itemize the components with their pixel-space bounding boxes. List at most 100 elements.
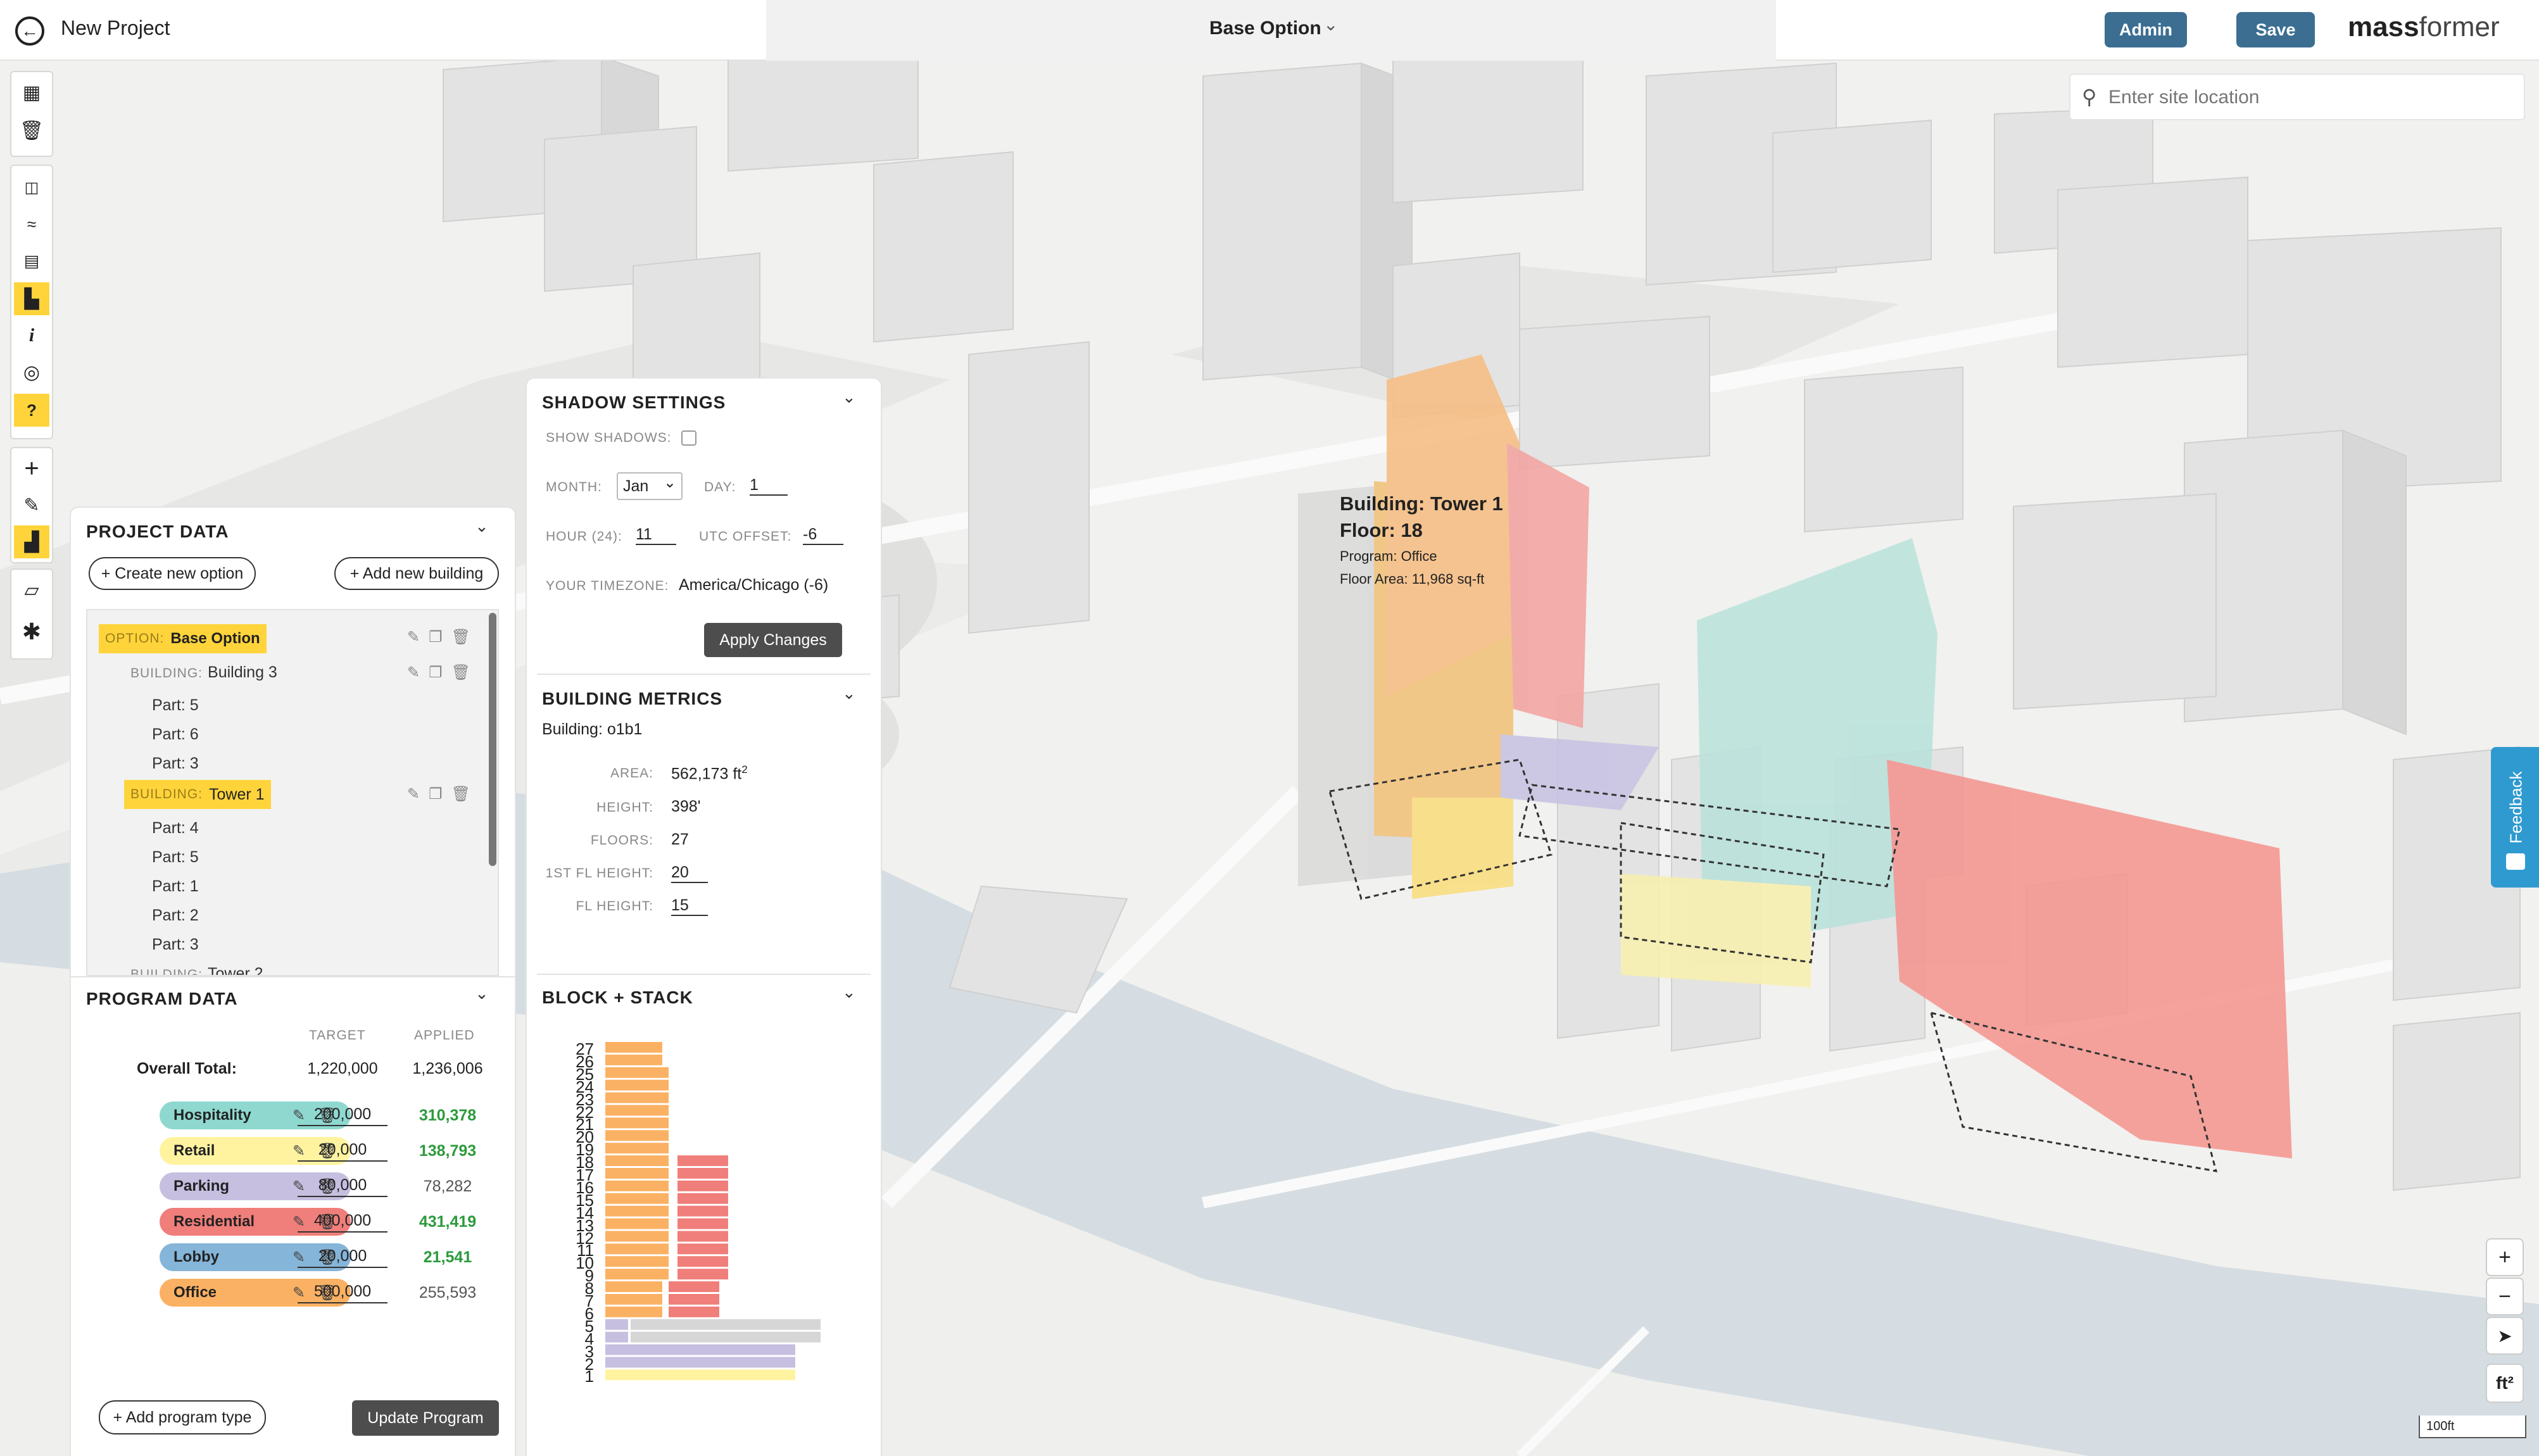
part-item[interactable]: Part: 3 xyxy=(152,936,199,954)
building-shape-icon[interactable]: ▙ xyxy=(14,282,49,315)
admin-button[interactable]: Admin xyxy=(2105,12,2187,47)
residential-block[interactable] xyxy=(677,1231,728,1242)
option-selector[interactable]: Base Option ⌄ xyxy=(766,0,1776,61)
save-button[interactable]: Save xyxy=(2236,12,2315,47)
program-target-input[interactable]: 200,000 xyxy=(298,1105,387,1126)
option-tag[interactable]: OPTION: Base Option xyxy=(99,624,267,653)
compass-icon[interactable]: ➤ xyxy=(2486,1317,2524,1355)
residential-block[interactable] xyxy=(677,1269,728,1280)
apply-changes-button[interactable]: Apply Changes xyxy=(704,623,842,657)
add-building-button[interactable]: + Add new building xyxy=(334,557,499,590)
office-block[interactable] xyxy=(605,1231,669,1242)
office-block[interactable] xyxy=(605,1155,669,1166)
plus-icon[interactable]: + xyxy=(14,452,49,485)
pencil-icon[interactable]: ✎ xyxy=(14,489,49,522)
office-block[interactable] xyxy=(605,1105,669,1116)
office-block[interactable] xyxy=(605,1168,669,1179)
part-item[interactable]: Part: 5 xyxy=(152,848,199,867)
site-search-box[interactable]: ⚲ xyxy=(2069,73,2525,120)
part-item[interactable]: Part: 1 xyxy=(152,877,199,896)
program-target-input[interactable]: 20,000 xyxy=(298,1141,387,1162)
lobby-block[interactable] xyxy=(631,1331,821,1343)
retail-block[interactable] xyxy=(605,1369,795,1381)
help-icon[interactable]: ? xyxy=(14,394,49,427)
parking-block[interactable] xyxy=(605,1357,795,1368)
utc-offset-input[interactable]: -6 xyxy=(803,525,843,545)
tower1-tag[interactable]: BUILDING: Tower 1 xyxy=(124,780,271,809)
residential-block[interactable] xyxy=(677,1155,728,1166)
units-toggle-button[interactable]: ft² xyxy=(2486,1364,2524,1403)
waves-icon[interactable]: ≈ xyxy=(14,208,49,241)
tower1-actions[interactable]: ✎❐🗑 xyxy=(407,785,479,803)
lobby-block[interactable] xyxy=(631,1319,821,1330)
office-block[interactable] xyxy=(605,1180,669,1191)
chevron-down-icon[interactable]: ⌄ xyxy=(842,684,856,703)
part-item[interactable]: Part: 5 xyxy=(152,696,199,715)
note-icon[interactable]: ◫ xyxy=(14,171,49,204)
trash-icon[interactable]: 🗑 xyxy=(14,114,49,147)
program-target-input[interactable]: 80,000 xyxy=(298,1176,387,1197)
office-block[interactable] xyxy=(605,1218,669,1229)
parking-block[interactable] xyxy=(605,1344,795,1355)
office-block[interactable] xyxy=(605,1092,669,1103)
update-program-button[interactable]: Update Program xyxy=(352,1400,499,1436)
parking-block[interactable] xyxy=(605,1319,628,1330)
office-block[interactable] xyxy=(605,1269,669,1280)
program-target-input[interactable]: 400,000 xyxy=(298,1212,387,1233)
zoom-in-button[interactable]: + xyxy=(2486,1238,2524,1276)
part-item[interactable]: Part: 2 xyxy=(152,907,199,925)
office-block[interactable] xyxy=(605,1067,669,1078)
parallelogram-icon[interactable]: ▱ xyxy=(14,574,49,606)
residential-block[interactable] xyxy=(677,1180,728,1191)
office-block[interactable] xyxy=(605,1294,662,1305)
office-block[interactable] xyxy=(605,1042,662,1053)
residential-block[interactable] xyxy=(677,1256,728,1267)
hour-input[interactable]: 11 xyxy=(636,525,676,545)
part-item[interactable]: Part: 3 xyxy=(152,755,199,773)
tree-scrollbar[interactable] xyxy=(489,613,496,866)
residential-block[interactable] xyxy=(669,1294,719,1305)
add-program-type-button[interactable]: + Add program type xyxy=(99,1400,266,1434)
feedback-tab[interactable]: Feedback xyxy=(2491,747,2539,888)
residential-block[interactable] xyxy=(669,1306,719,1317)
office-block[interactable] xyxy=(605,1117,669,1129)
chevron-down-icon[interactable]: ⌄ xyxy=(475,984,489,1003)
tower2-row[interactable]: BUILDING: Tower 2 xyxy=(130,965,263,975)
office-block[interactable] xyxy=(605,1281,662,1292)
residential-block[interactable] xyxy=(677,1218,728,1229)
chevron-down-icon[interactable]: ⌄ xyxy=(842,982,856,1002)
option-actions[interactable]: ✎❐🗑 xyxy=(407,628,479,646)
residential-block[interactable] xyxy=(677,1168,728,1179)
chevron-down-icon[interactable]: ⌄ xyxy=(475,517,489,536)
zoom-out-button[interactable]: − xyxy=(2486,1277,2524,1315)
layers-icon[interactable]: ▤ xyxy=(14,244,49,277)
back-icon[interactable]: ← xyxy=(15,16,44,46)
residential-block[interactable] xyxy=(669,1281,719,1292)
first-floor-height-input[interactable]: 20 xyxy=(671,863,708,883)
day-input[interactable]: 1 xyxy=(750,476,788,496)
floor-height-input[interactable]: 15 xyxy=(671,896,708,916)
office-block[interactable] xyxy=(605,1205,669,1217)
building3-actions[interactable]: ✎❐🗑 xyxy=(407,663,479,682)
office-block[interactable] xyxy=(605,1143,669,1154)
office-block[interactable] xyxy=(605,1193,669,1204)
building3-row[interactable]: BUILDING: Building 3 xyxy=(130,663,277,682)
project-title[interactable]: New Project xyxy=(61,16,170,40)
site-location-input[interactable] xyxy=(2108,84,2514,111)
target-icon[interactable]: ◎ xyxy=(14,356,49,389)
office-block[interactable] xyxy=(605,1243,669,1255)
office-block[interactable] xyxy=(605,1130,669,1141)
part-item[interactable]: Part: 6 xyxy=(152,725,199,744)
create-option-button[interactable]: + Create new option xyxy=(89,557,256,590)
residential-block[interactable] xyxy=(677,1205,728,1217)
program-target-input[interactable]: 500,000 xyxy=(298,1283,387,1303)
asterisk-icon[interactable]: ✱ xyxy=(14,615,49,648)
office-block[interactable] xyxy=(605,1054,662,1065)
parking-block[interactable] xyxy=(605,1331,628,1343)
chevron-down-icon[interactable]: ⌄ xyxy=(842,387,856,407)
frame-icon[interactable]: ▦ xyxy=(14,76,49,109)
office-block[interactable] xyxy=(605,1256,669,1267)
residential-block[interactable] xyxy=(677,1193,728,1204)
show-shadows-checkbox[interactable] xyxy=(681,430,696,446)
office-block[interactable] xyxy=(605,1079,669,1091)
